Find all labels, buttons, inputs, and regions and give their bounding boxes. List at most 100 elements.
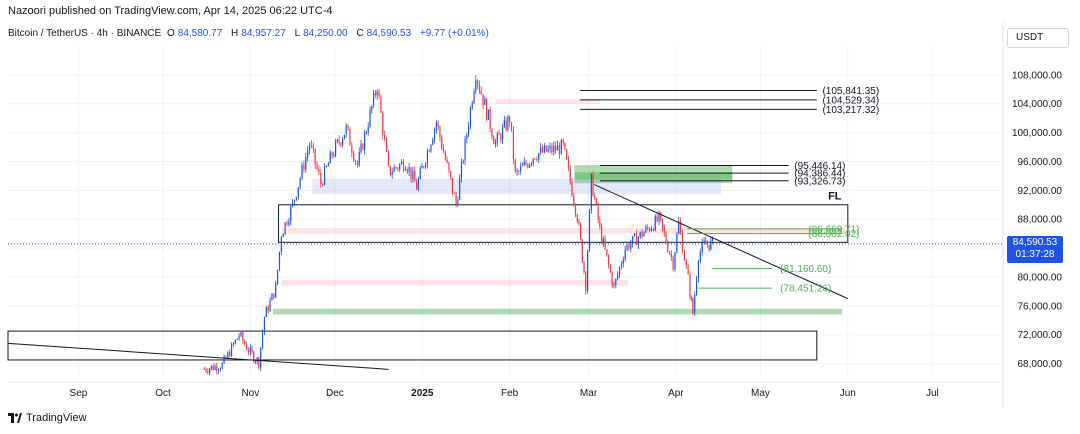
candle-body bbox=[498, 133, 500, 135]
y-tick-label: 80,000.00 bbox=[1018, 272, 1063, 283]
y-tick-label: 72,000.00 bbox=[1018, 330, 1063, 341]
candle-body bbox=[408, 167, 410, 172]
candle-body bbox=[389, 165, 391, 175]
candle-body bbox=[585, 271, 587, 292]
level-label: (78,451.26) bbox=[780, 284, 831, 295]
candle-body bbox=[353, 152, 355, 161]
level-label: (103,217.32) bbox=[822, 105, 879, 116]
candle-body bbox=[665, 232, 667, 243]
candle-body bbox=[573, 196, 575, 205]
candle-body bbox=[680, 220, 682, 233]
brand-name: TradingView bbox=[26, 412, 87, 424]
candle-body bbox=[423, 166, 425, 168]
candle-body bbox=[670, 253, 672, 257]
demand-zone bbox=[272, 308, 843, 315]
x-tick-label: Mar bbox=[580, 388, 598, 399]
candle-body bbox=[645, 226, 647, 233]
candle-body bbox=[395, 166, 397, 169]
x-tick-label: Jul bbox=[926, 388, 939, 399]
candle-body bbox=[303, 164, 305, 170]
y-tick-label: 100,000.00 bbox=[1012, 128, 1062, 139]
candle-body bbox=[518, 170, 520, 172]
candle-body bbox=[372, 93, 375, 107]
candle-body bbox=[608, 255, 610, 266]
range-box bbox=[7, 330, 818, 361]
x-tick-label: Oct bbox=[155, 388, 171, 399]
candle-body bbox=[322, 184, 324, 185]
candle-body bbox=[705, 240, 707, 245]
candle-body bbox=[382, 112, 384, 136]
candle-body bbox=[278, 251, 281, 270]
candle-body bbox=[641, 231, 643, 237]
candle-body bbox=[432, 139, 434, 145]
candle-body bbox=[242, 332, 244, 341]
candle-body bbox=[441, 137, 443, 149]
candle-body bbox=[558, 145, 561, 155]
candle-body bbox=[417, 178, 420, 190]
candle-body bbox=[512, 130, 514, 160]
candle-body bbox=[635, 233, 638, 245]
candle-body bbox=[595, 198, 598, 204]
candle-body bbox=[275, 283, 277, 298]
candle-body bbox=[437, 122, 439, 127]
candle-body bbox=[471, 103, 473, 108]
candle-body bbox=[708, 244, 710, 250]
candle-body bbox=[351, 145, 353, 153]
candle-body bbox=[527, 164, 529, 168]
candle-body bbox=[503, 120, 505, 127]
candle-body bbox=[529, 164, 531, 168]
candle-body bbox=[674, 252, 676, 270]
candle-body bbox=[430, 144, 432, 152]
candle-body bbox=[459, 178, 461, 200]
candle-body bbox=[649, 228, 651, 231]
level-label: (93,326.73) bbox=[794, 176, 845, 187]
candle-body bbox=[594, 196, 596, 199]
candle-body bbox=[412, 170, 414, 180]
candle-body bbox=[251, 347, 253, 352]
candle-body bbox=[240, 332, 242, 336]
current-price-value: 84,590.53 bbox=[1012, 236, 1058, 248]
candle-body bbox=[450, 170, 452, 179]
candle-body bbox=[600, 226, 603, 243]
candle-body bbox=[406, 168, 408, 172]
candle-body bbox=[624, 249, 626, 260]
candle-body bbox=[493, 137, 495, 145]
candle-body bbox=[333, 155, 335, 157]
candle-body bbox=[416, 181, 418, 190]
y-tick-label: 68,000.00 bbox=[1018, 359, 1063, 370]
candle-body bbox=[689, 274, 691, 297]
candle-body bbox=[210, 365, 213, 369]
candle-body bbox=[219, 368, 221, 370]
candle-body bbox=[401, 161, 403, 165]
candle-body bbox=[229, 351, 231, 357]
candle-body bbox=[325, 166, 328, 167]
candle-body bbox=[234, 339, 236, 344]
candle-body bbox=[468, 125, 470, 135]
candle-body bbox=[489, 109, 491, 130]
candle-body bbox=[256, 357, 258, 362]
candle-body bbox=[380, 96, 382, 113]
candle-body bbox=[710, 240, 712, 250]
candle-body bbox=[576, 214, 578, 222]
y-axis: 108,000.00 104,000.00 100,000.00 96,000.00 9… bbox=[1002, 22, 1063, 408]
candle-body bbox=[520, 166, 522, 172]
candle-body bbox=[477, 80, 479, 85]
candle-body bbox=[530, 163, 533, 165]
candle-body bbox=[626, 244, 628, 250]
candle-body bbox=[457, 199, 459, 205]
candle-body bbox=[286, 222, 288, 225]
candle-body bbox=[617, 274, 619, 279]
candle-body bbox=[460, 162, 463, 179]
candle-body bbox=[367, 126, 369, 133]
candle-body bbox=[356, 161, 359, 166]
annotation-label: FL bbox=[828, 191, 842, 203]
candle-body bbox=[618, 267, 621, 275]
candle-body bbox=[656, 216, 658, 222]
footer-brand: TradingView bbox=[8, 412, 87, 424]
candle-body bbox=[362, 143, 364, 150]
candle-body bbox=[329, 152, 331, 164]
candle-body bbox=[232, 343, 235, 345]
candle-body bbox=[663, 227, 665, 233]
candle-body bbox=[238, 335, 240, 339]
price-chart[interactable]: (105,841.35)(104,529.34)(103,217.32)(95,… bbox=[0, 0, 1080, 434]
